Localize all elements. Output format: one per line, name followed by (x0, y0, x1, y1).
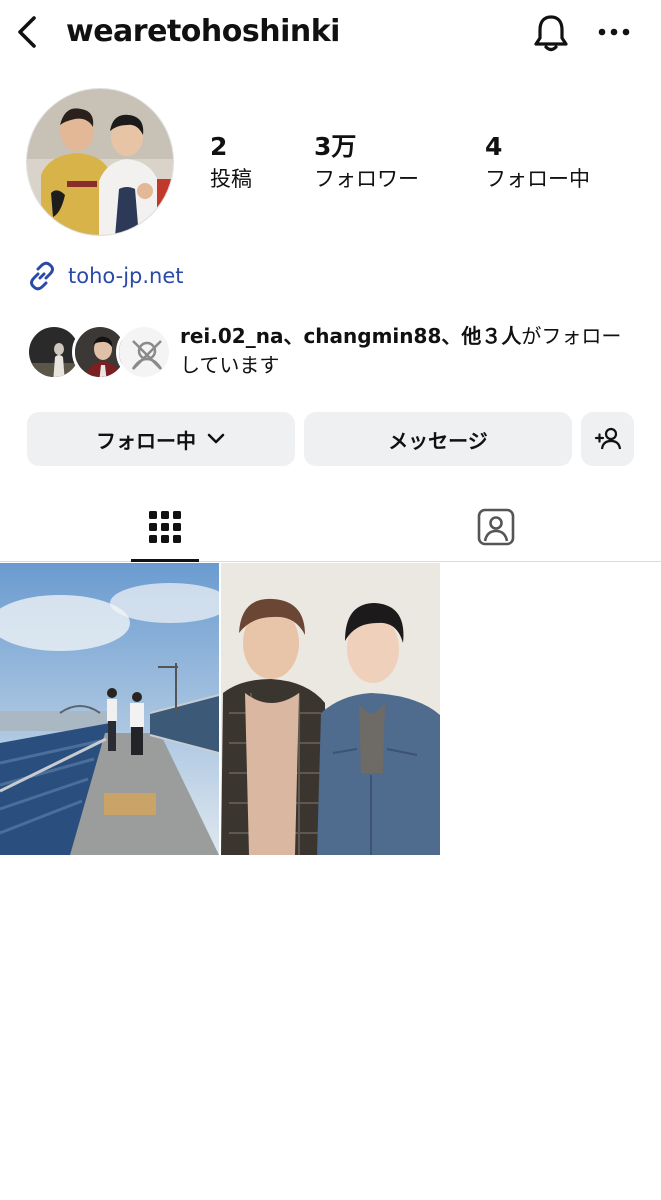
followers-count: 3万 (314, 132, 357, 161)
tab-posts-grid[interactable] (131, 492, 199, 562)
top-bar: wearetohoshinki (0, 0, 661, 66)
profile-username: wearetohoshinki (66, 14, 340, 49)
link-text: toho-jp.net (68, 264, 184, 288)
following-button[interactable]: フォロー中 (27, 412, 295, 466)
message-button-label: メッセージ (388, 428, 488, 453)
followed-by-text: rei.02_na、changmin88、他３人がフォローしています (180, 322, 640, 380)
stat-followers[interactable]: 3万 フォロワー (314, 130, 419, 194)
add-user-button[interactable] (581, 412, 634, 466)
post-thumbnail[interactable] (0, 563, 219, 855)
profile-tabs (0, 492, 661, 562)
follower-avatar-placeholder (116, 324, 172, 380)
more-horizontal-icon (598, 28, 630, 36)
post-thumbnail[interactable] (221, 563, 440, 855)
more-options-button[interactable] (594, 14, 634, 50)
tagged-person-icon (477, 508, 515, 546)
notifications-button[interactable] (530, 12, 572, 54)
link-icon (30, 261, 54, 291)
followed-by-names[interactable]: rei.02_na、changmin88、他３人 (180, 324, 521, 348)
stat-following[interactable]: 4 フォロー中 (485, 130, 590, 194)
posts-count: 2 (210, 132, 228, 161)
followers-label: フォロワー (314, 167, 419, 191)
following-label: フォロー中 (485, 167, 590, 191)
active-tab-indicator (131, 559, 199, 562)
profile-avatar[interactable] (26, 88, 174, 236)
back-button[interactable] (10, 12, 44, 52)
followed-by-row[interactable]: rei.02_na、changmin88、他３人がフォローしています (26, 322, 646, 382)
tab-tagged[interactable] (462, 492, 530, 562)
message-button[interactable]: メッセージ (304, 412, 572, 466)
profile-link[interactable]: toho-jp.net (26, 258, 184, 294)
following-count: 4 (485, 132, 503, 161)
bell-icon (534, 15, 568, 52)
grid-icon (149, 511, 181, 543)
chevron-down-icon (207, 433, 225, 444)
stat-posts[interactable]: 2 投稿 (210, 130, 252, 194)
posts-label: 投稿 (210, 167, 252, 191)
person-add-icon (594, 427, 621, 450)
chevron-left-icon (18, 16, 36, 48)
following-button-label: フォロー中 (96, 428, 196, 453)
